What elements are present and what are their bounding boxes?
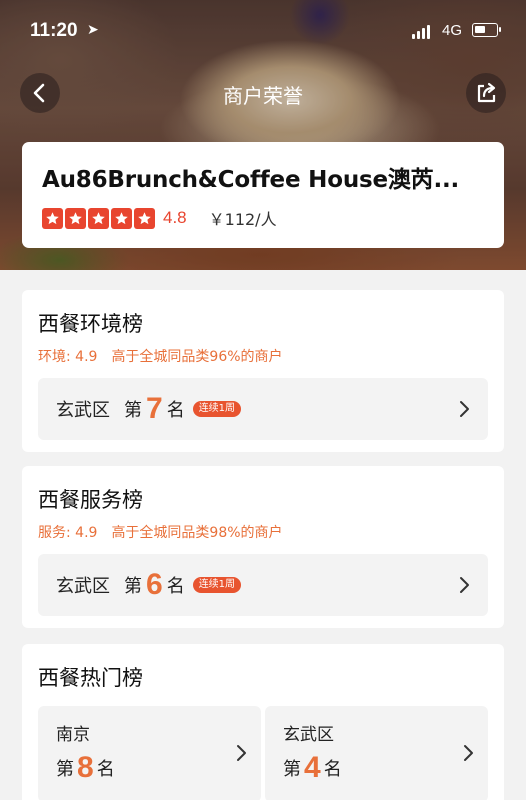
status-time: 11:20 [30,20,78,41]
network-type: 4G [442,22,463,39]
star-icon [111,207,132,229]
ranking-suffix: 名 [323,759,342,780]
share-button[interactable] [466,73,506,113]
ranking-title: 西餐服务榜 [38,488,143,512]
ranking-district: 玄武区 [56,400,110,421]
ranking-card-environment: 西餐环境榜 环境: 4.9 高于全城同品类96%的商户 玄武区 第 7 名 连续1… [22,290,504,452]
nav-bar: 商户荣誉 [0,70,526,118]
ranking-prefix: 第 [124,400,142,421]
ranking-number: 6 [146,568,163,601]
streak-badge: 连续1周 [192,401,242,417]
chevron-right-icon [460,401,469,417]
popular-rank-district[interactable]: 玄武区 第 4 名 [265,706,488,800]
average-price: ￥112/人 [208,210,277,229]
popular-grid: 南京 第 8 名 玄武区 第 4 名 [38,706,488,800]
ranking-prefix: 第 [283,759,301,780]
page-title: 商户荣誉 [223,84,303,108]
ranking-prefix: 第 [56,759,74,780]
chevron-right-icon [237,745,246,761]
merchant-name: Au86Brunch&Coffee House澳芮... [42,167,460,193]
ranking-suffix: 名 [166,576,185,597]
popular-rank-line: 第 8 名 [56,751,243,785]
ranking-subtitle: 环境: 4.9 高于全城同品类96%的商户 [38,346,488,366]
ranking-suffix: 名 [166,400,185,421]
ranking-row[interactable]: 玄武区 第 7 名 连续1周 [38,378,488,440]
ranking-row[interactable]: 玄武区 第 6 名 连续1周 [38,554,488,616]
ranking-district: 玄武区 [56,576,110,597]
merchant-meta: 4.8 ￥112/人 [42,206,484,230]
battery-icon [472,23,501,37]
star-icon [88,207,109,229]
popular-rank-line: 第 4 名 [283,751,470,785]
ranking-card-popular: 西餐热门榜 南京 第 8 名 玄武区 第 4 名 [22,644,504,800]
ranking-number: 7 [146,392,163,425]
ranking-number: 4 [304,751,321,784]
popular-area: 玄武区 [283,725,334,745]
ranking-card-service: 西餐服务榜 服务: 4.9 高于全城同品类98%的商户 玄武区 第 6 名 连续1… [22,466,504,628]
signal-icon [412,25,430,39]
ranking-compare: 高于全城同品类96%的商户 [111,349,283,365]
share-icon [477,82,496,103]
ranking-compare: 高于全城同品类98%的商户 [111,525,283,541]
status-bar: 11:20 ➤ 4G [0,0,526,62]
star-icon [65,207,86,229]
ranking-score-label: 服务: 4.9 [38,525,98,541]
streak-badge: 连续1周 [192,577,242,593]
star-rating [42,207,155,229]
location-arrow-icon: ➤ [87,22,99,38]
ranking-score-label: 环境: 4.9 [38,349,98,365]
ranking-suffix: 名 [96,759,115,780]
ranking-title: 西餐环境榜 [38,312,143,336]
main-content: 西餐环境榜 环境: 4.9 高于全城同品类96%的商户 玄武区 第 7 名 连续1… [0,270,526,800]
ranking-number: 8 [77,751,94,784]
ranking-subtitle: 服务: 4.9 高于全城同品类98%的商户 [38,522,488,542]
rating-score: 4.8 [163,208,187,227]
star-icon [42,207,63,229]
star-icon [134,207,155,229]
ranking-prefix: 第 [124,576,142,597]
chevron-right-icon [460,577,469,593]
popular-rank-city[interactable]: 南京 第 8 名 [38,706,261,800]
ranking-title: 西餐热门榜 [38,666,143,690]
merchant-card[interactable]: Au86Brunch&Coffee House澳芮... 4.8 ￥112/人 [22,142,504,248]
popular-area: 南京 [56,725,90,745]
chevron-right-icon [464,745,473,761]
